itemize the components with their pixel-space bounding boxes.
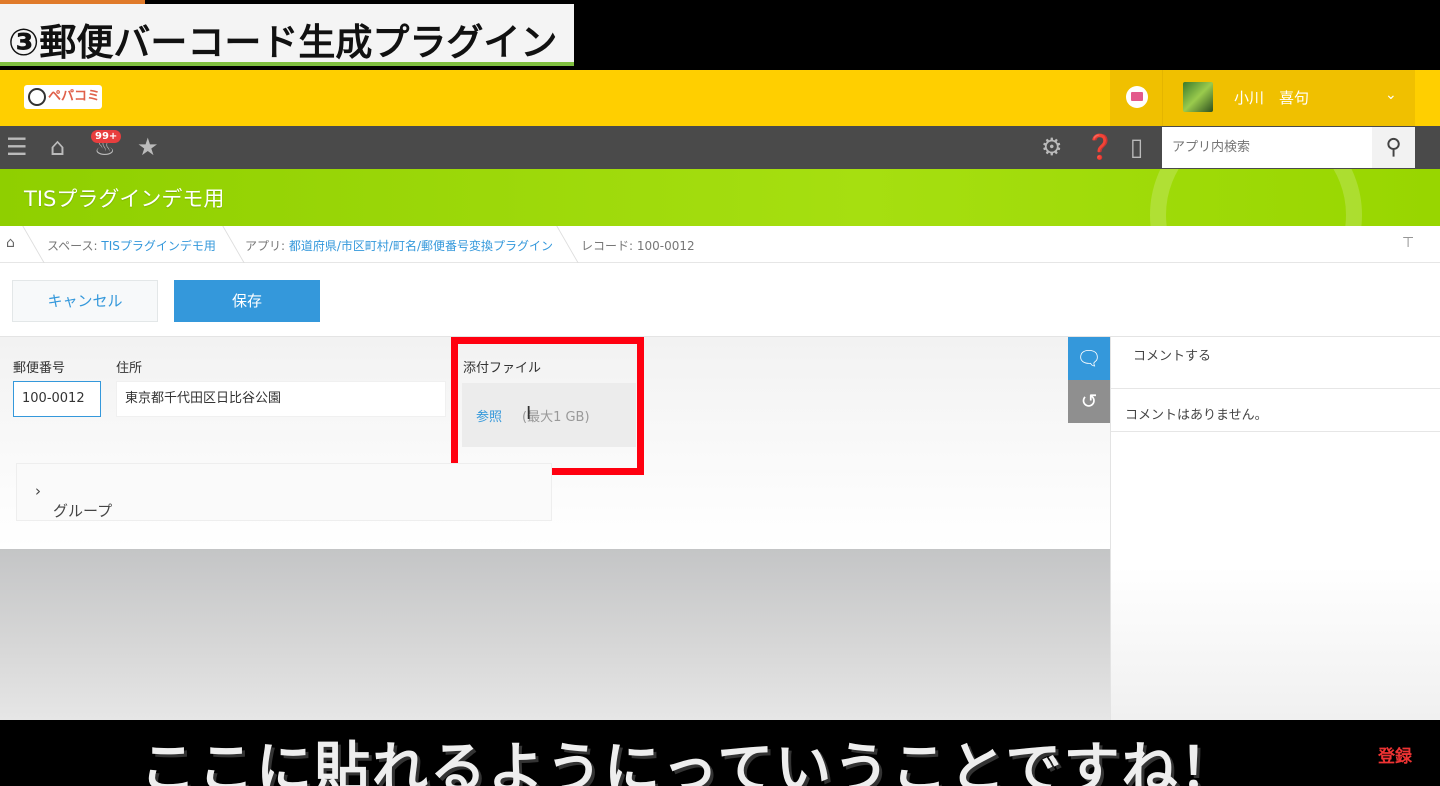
star-icon[interactable]: ★ <box>137 134 159 160</box>
cancel-button[interactable]: キャンセル <box>12 280 158 322</box>
kintone-header: ペパコミ 小川 喜句 ⌄ <box>0 70 1440 126</box>
app-prefix: アプリ: <box>245 239 289 253</box>
chevron-down-icon[interactable]: ⌄ <box>1385 87 1397 103</box>
video-subtitle: ここに貼れるようにっていうことですね！ 登録 <box>0 720 1440 786</box>
breadcrumb-separator <box>211 226 245 263</box>
global-toolbar: ☰ ⌂ ♨ 99+ ★ ⚙ ❓ ▯ ⚲ <box>0 126 1440 169</box>
gear-icon[interactable]: ⚙ <box>1041 134 1063 160</box>
video-title-banner: ③郵便バーコード生成プラグイン <box>0 0 1440 70</box>
subtitle-text: ここに貼れるようにっていうことですね！ <box>140 737 1238 786</box>
header-divider <box>1162 70 1163 126</box>
address-label: 住所 <box>116 361 143 376</box>
title-box: ③郵便バーコード生成プラグイン <box>0 4 574 66</box>
history-icon[interactable]: ↺ <box>1068 380 1110 423</box>
screenshot: ③郵便バーコード生成プラグイン ペパコミ 小川 喜句 ⌄ ☰ ⌂ ♨ 99+ ★… <box>0 0 1440 786</box>
pin-icon[interactable]: ⊤ <box>1402 235 1414 251</box>
breadcrumb: ⌂ スペース: TISプラグインデモ用 アプリ: 都道府県/市区町村/町名/郵便… <box>0 226 1440 263</box>
comment-icon[interactable]: 🗨 <box>1068 337 1110 380</box>
comment-input[interactable]: コメントする <box>1111 337 1440 389</box>
avatar[interactable] <box>1183 82 1213 112</box>
no-comment-text: コメントはありません。 <box>1111 390 1440 432</box>
breadcrumb-separator <box>11 226 45 263</box>
action-bar: キャンセル 保存 <box>0 263 1440 337</box>
group-field[interactable]: › グループ <box>16 463 552 521</box>
comment-panel: コメントする コメントはありません。 <box>1110 337 1440 720</box>
subscribe-mark: 登録 <box>1378 747 1412 767</box>
mobile-icon[interactable]: ▯ <box>1130 134 1143 160</box>
menu-icon[interactable]: ☰ <box>6 134 28 160</box>
company-logo[interactable]: ペパコミ <box>24 85 102 109</box>
user-area: 小川 喜句 ⌄ <box>1110 70 1415 126</box>
logo-text: ペパコミ <box>48 89 101 104</box>
postal-field[interactable]: 100-0012 <box>13 381 101 417</box>
group-label: › グループ <box>35 482 113 520</box>
group-label-text: グループ <box>53 502 113 520</box>
home-crumb-icon[interactable]: ⌂ <box>6 235 15 251</box>
breadcrumb-record: レコード: 100-0012 <box>581 239 695 253</box>
user-name[interactable]: 小川 喜句 <box>1234 87 1309 108</box>
empty-area <box>0 549 1110 720</box>
breadcrumb-space: スペース: TISプラグインデモ用 <box>47 237 216 254</box>
mail-icon[interactable] <box>1126 86 1148 108</box>
search-icon[interactable]: ⚲ <box>1372 127 1415 168</box>
app-title: TISプラグインデモ用 <box>24 187 225 211</box>
space-prefix: スペース: <box>47 239 102 253</box>
home-icon[interactable]: ⌂ <box>50 134 65 160</box>
save-button[interactable]: 保存 <box>174 280 320 322</box>
space-link[interactable]: TISプラグインデモ用 <box>101 239 216 253</box>
notification-badge: 99+ <box>91 130 122 143</box>
search-input[interactable] <box>1162 127 1372 168</box>
video-title: ③郵便バーコード生成プラグイン <box>8 21 558 64</box>
address-field[interactable]: 東京都千代田区日比谷公園 <box>116 381 446 417</box>
app-title-bar: TISプラグインデモ用 <box>0 169 1440 226</box>
breadcrumb-app: アプリ: 都道府県/市区町村/町名/郵便番号変換プラグイン <box>245 237 553 254</box>
postal-label: 郵便番号 <box>13 361 66 376</box>
highlight-frame <box>451 337 644 475</box>
record-form: 郵便番号 100-0012 住所 東京都千代田区日比谷公園 添付ファイル 参照 … <box>0 337 1110 549</box>
app-link[interactable]: 都道府県/市区町村/町名/郵便番号変換プラグイン <box>289 239 553 253</box>
logo-face-icon <box>28 88 46 106</box>
help-icon[interactable]: ❓ <box>1085 134 1115 160</box>
